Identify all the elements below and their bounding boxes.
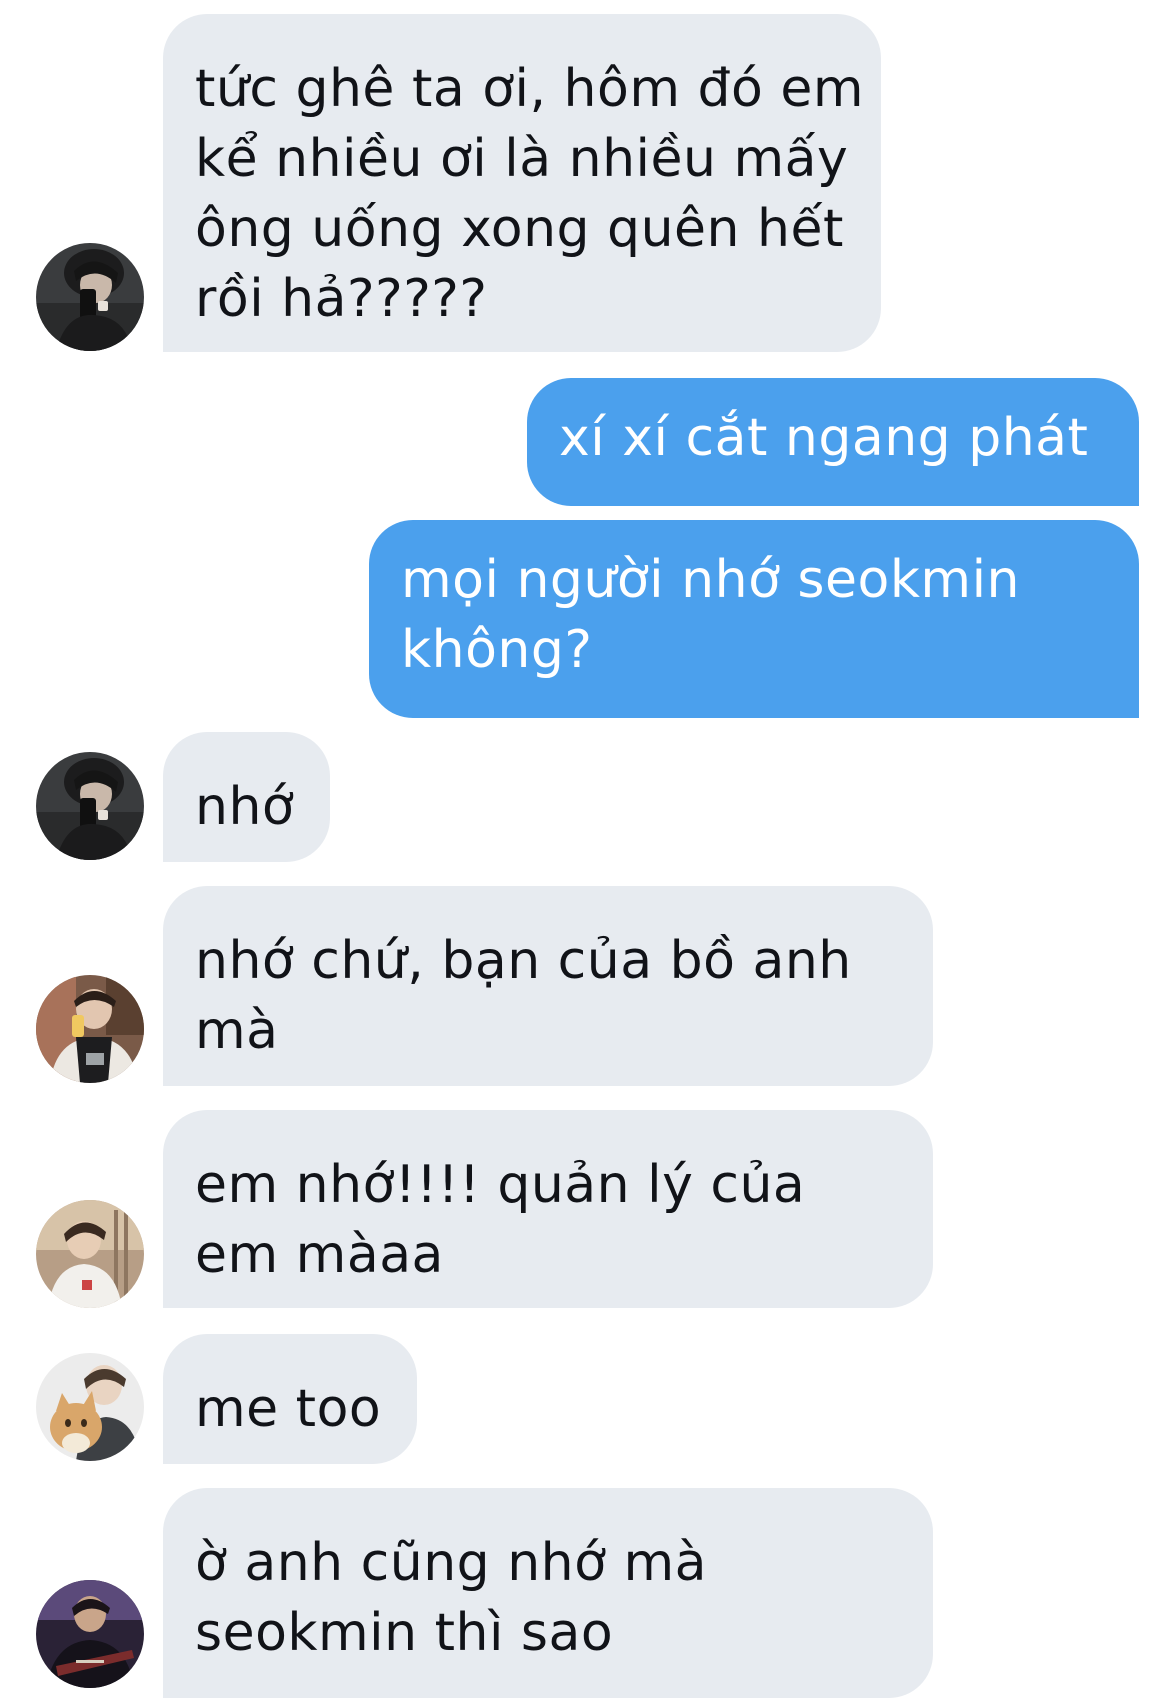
message-text-line: nhớ	[195, 777, 295, 837]
sender-avatar[interactable]	[36, 1353, 144, 1461]
message-bubble-incoming[interactable]: nhớ chứ, bạn của bồ anh mà	[163, 886, 933, 1086]
message-bubble-outgoing[interactable]: mọi người nhớ seokmin không?	[369, 520, 1139, 718]
message-text-line: tức ghê ta ơi, hôm đó em	[195, 59, 865, 119]
sender-avatar[interactable]	[36, 1200, 144, 1308]
message-text-line: em nhớ!!!! quản lý của	[195, 1155, 806, 1215]
message-text-line: seokmin thì sao	[195, 1603, 614, 1663]
person-with-guitar-icon	[36, 1580, 144, 1688]
message-text-line: ờ anh cũng nhớ mà	[195, 1533, 707, 1593]
message-bubble-incoming[interactable]: em nhớ!!!! quản lý của em màaa	[163, 1110, 933, 1308]
person-drinking-in-apron-icon	[36, 975, 144, 1083]
sender-avatar[interactable]	[36, 975, 144, 1083]
message-text-line: xí xí cắt ngang phát	[559, 408, 1089, 468]
message-bubble-incoming[interactable]: me too	[163, 1334, 417, 1464]
message-text-line: rồi hả?????	[195, 269, 488, 329]
sender-avatar[interactable]	[36, 752, 144, 860]
message-text-line: me too	[195, 1379, 382, 1439]
message-text-line: ông uống xong quên hết	[195, 199, 844, 259]
message-text-line: mọi người nhớ seokmin	[401, 550, 1020, 610]
person-holding-phone-selfie-icon	[36, 752, 144, 860]
message-bubble-incoming[interactable]: ờ anh cũng nhớ mà seokmin thì sao	[163, 1488, 933, 1698]
message-text-line: nhớ chứ, bạn của bồ anh	[195, 931, 852, 991]
message-bubble-incoming[interactable]: nhớ	[163, 732, 330, 862]
message-text-line: kể nhiều ơi là nhiều mấy	[195, 129, 849, 189]
message-bubble-outgoing[interactable]: xí xí cắt ngang phát	[527, 378, 1139, 506]
message-text-line: mà	[195, 1001, 279, 1061]
message-bubble-incoming[interactable]: tức ghê ta ơi, hôm đó em kể nhiều ơi là …	[163, 14, 881, 352]
person-holding-cat-icon	[36, 1353, 144, 1461]
message-text-line: không?	[401, 620, 593, 680]
person-holding-phone-selfie-icon	[36, 243, 144, 351]
message-text-line: em màaa	[195, 1225, 444, 1285]
person-in-light-room-icon	[36, 1200, 144, 1308]
sender-avatar[interactable]	[36, 243, 144, 351]
sender-avatar[interactable]	[36, 1580, 144, 1688]
